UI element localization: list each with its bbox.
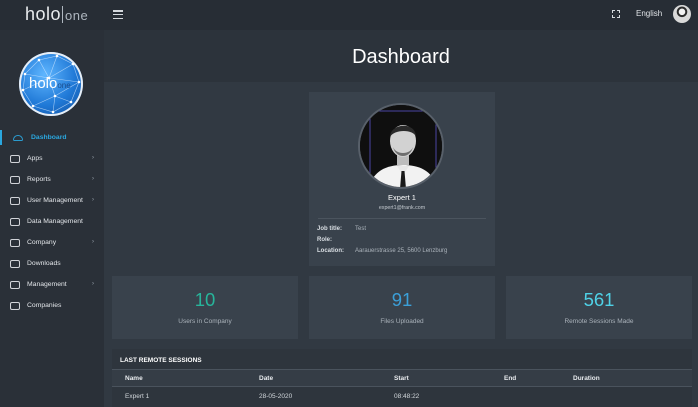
- sidebar-item-user-management[interactable]: User Management ›: [0, 190, 104, 211]
- sidebar-item-downloads[interactable]: Downloads: [0, 253, 104, 274]
- stat-label: Remote Sessions Made: [564, 318, 634, 325]
- stat-label: Users in Company: [178, 318, 232, 325]
- sidebar: holoone Dashboard Apps › Reports › User …: [0, 30, 104, 407]
- chevron-right-icon: ›: [92, 281, 94, 287]
- remote-sessions-panel: LAST REMOTE SESSIONS Name Date Start End…: [112, 349, 692, 407]
- sidebar-item-label: User Management: [27, 197, 83, 204]
- job-title-row: Job title: Test: [317, 226, 366, 232]
- table-header-row: Name Date Start End Duration: [112, 369, 692, 387]
- reports-icon: [10, 175, 20, 184]
- stat-value: 91: [391, 289, 413, 310]
- stat-card-files: 91 Files Uploaded: [309, 276, 495, 339]
- sessions-table: Name Date Start End Duration Expert 1 28…: [112, 369, 692, 407]
- cell-end: [491, 386, 560, 407]
- sidebar-item-apps[interactable]: Apps ›: [0, 148, 104, 169]
- page-title: Dashboard: [352, 46, 450, 68]
- apps-icon: [10, 154, 20, 163]
- stat-card-sessions: 561 Remote Sessions Made: [506, 276, 692, 339]
- user-avatar[interactable]: [673, 5, 691, 23]
- top-bar: holo one English: [0, 0, 698, 30]
- chevron-right-icon: ›: [92, 197, 94, 203]
- profile-email: expert1@frank.com: [378, 205, 426, 211]
- profile-photo: [358, 103, 444, 189]
- profile-card: Expert 1 expert1@frank.com Job title: Tes…: [309, 92, 495, 266]
- logo-text: holo: [25, 4, 62, 24]
- menu-toggle-icon[interactable]: [113, 10, 123, 20]
- user-icon: [10, 196, 20, 205]
- location-value: Aarauerstrasse 25, 5600 Lenzburg: [355, 248, 448, 254]
- sidebar-item-label: Apps: [27, 155, 43, 162]
- sidebar-item-data-management[interactable]: Data Management: [0, 211, 104, 232]
- sidebar-item-label: Data Management: [27, 218, 83, 225]
- app-logo[interactable]: holo one: [25, 4, 88, 25]
- profile-name: Expert 1: [388, 193, 416, 202]
- stat-value: 561: [583, 289, 615, 310]
- sidebar-item-label: Dashboard: [31, 134, 67, 141]
- sidebar-item-label: Reports: [27, 176, 51, 183]
- cell-duration: [560, 386, 692, 407]
- company-icon: [10, 238, 20, 247]
- stat-value: 10: [194, 289, 216, 310]
- sidebar-item-company[interactable]: Company ›: [0, 232, 104, 253]
- language-selector[interactable]: English: [636, 9, 662, 18]
- logo-sub-text: one: [65, 8, 89, 23]
- person-photo-icon: [360, 105, 442, 187]
- download-icon: [10, 259, 20, 268]
- sidebar-item-dashboard[interactable]: Dashboard: [0, 127, 104, 148]
- stat-card-users: 10 Users in Company: [112, 276, 298, 339]
- job-title-value: Test: [355, 226, 367, 232]
- column-header[interactable]: Start: [381, 369, 491, 387]
- column-header[interactable]: End: [491, 369, 560, 387]
- sidebar-item-label: Management: [27, 281, 67, 288]
- role-label: Role:: [317, 237, 332, 243]
- chevron-right-icon: ›: [92, 239, 94, 245]
- cell-name: Expert 1: [112, 386, 246, 407]
- location-label: Location:: [317, 248, 344, 254]
- column-header[interactable]: Duration: [560, 369, 692, 387]
- sidebar-item-label: Companies: [27, 302, 62, 309]
- sidebar-item-companies[interactable]: Companies: [0, 295, 104, 316]
- page-header: Dashboard: [104, 30, 698, 82]
- database-icon: [10, 301, 20, 310]
- cell-date: 28-05-2020: [246, 386, 381, 407]
- cell-start: 08:48:22: [381, 386, 491, 407]
- fullscreen-icon[interactable]: [612, 10, 620, 18]
- sidebar-item-management[interactable]: Management ›: [0, 274, 104, 295]
- job-title-label: Job title:: [317, 226, 342, 232]
- column-header[interactable]: Name: [112, 369, 246, 387]
- cloud-icon: [10, 217, 20, 226]
- location-row: Location: Aarauerstrasse 25, 5600 Lenzbur…: [317, 248, 447, 254]
- logo-separator: [62, 6, 64, 23]
- role-row: Role:: [317, 237, 355, 243]
- table-row[interactable]: Expert 1 28-05-2020 08:48:22: [112, 386, 692, 407]
- chevron-right-icon: ›: [92, 155, 94, 161]
- divider: [318, 218, 486, 219]
- sessions-title: LAST REMOTE SESSIONS: [120, 357, 202, 364]
- stat-label: Files Uploaded: [380, 318, 424, 325]
- sidebar-item-label: Company: [27, 239, 57, 246]
- chevron-right-icon: ›: [92, 176, 94, 182]
- sidebar-nav: Dashboard Apps › Reports › User Manageme…: [0, 127, 104, 316]
- sidebar-item-label: Downloads: [27, 260, 61, 267]
- management-icon: [10, 280, 20, 289]
- sidebar-item-reports[interactable]: Reports ›: [0, 169, 104, 190]
- cloud-icon: [13, 134, 23, 141]
- column-header[interactable]: Date: [246, 369, 381, 387]
- globe-logo-text: holoone: [29, 75, 71, 92]
